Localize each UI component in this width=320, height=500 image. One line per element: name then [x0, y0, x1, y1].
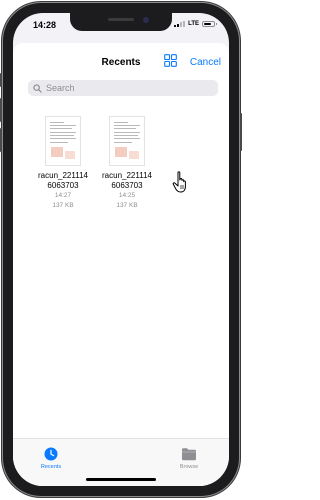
volume-down-button: [0, 128, 2, 152]
tab-label: Recents: [40, 464, 62, 470]
status-time: 14:28: [33, 20, 57, 30]
battery-icon: [202, 21, 217, 27]
grid-icon[interactable]: [164, 54, 177, 67]
tab-label: Browse: [179, 464, 199, 470]
signal-icon: [174, 21, 186, 27]
tab-browse[interactable]: Browse: [159, 447, 219, 470]
file-item[interactable]: racun_221114 6063703 14:27 137 KB: [35, 116, 91, 211]
tab-recents[interactable]: Recents: [21, 447, 81, 470]
hand-pointer-cursor: [172, 171, 186, 193]
camera: [143, 17, 149, 23]
status-indicators: LTE: [174, 21, 217, 27]
document-picker-sheet: Recents Cancel Search racun_221114 60637…: [13, 43, 229, 486]
screen: 14:28 LTE Recents Cancel Search racun_22…: [13, 13, 229, 486]
file-name: racun_221114 6063703: [38, 171, 88, 190]
network-label: LTE: [188, 21, 199, 27]
power-button: [240, 113, 242, 151]
file-name: racun_221114 6063703: [102, 171, 152, 190]
tab-bar: Recents Browse: [13, 438, 229, 486]
clock-icon: [44, 447, 58, 461]
file-item[interactable]: racun_221114 6063703 14:25 137 KB: [99, 116, 155, 211]
file-thumbnail[interactable]: [109, 116, 145, 166]
file-thumbnail[interactable]: [45, 116, 81, 166]
speaker: [108, 18, 134, 21]
home-indicator: [86, 478, 156, 481]
file-time: 14:27: [54, 192, 72, 199]
phone-frame: 14:28 LTE Recents Cancel Search racun_22…: [0, 3, 242, 496]
cancel-button[interactable]: Cancel: [190, 57, 221, 68]
file-time: 14:25: [118, 192, 136, 199]
search-input[interactable]: [46, 83, 206, 93]
file-size: 137 KB: [52, 202, 74, 209]
mute-switch: [0, 73, 2, 87]
search-icon: [33, 83, 42, 93]
file-size: 137 KB: [116, 202, 138, 209]
notch: [70, 13, 172, 31]
folder-icon: [182, 448, 196, 461]
search-bar[interactable]: [28, 80, 218, 96]
volume-up-button: [0, 98, 2, 122]
